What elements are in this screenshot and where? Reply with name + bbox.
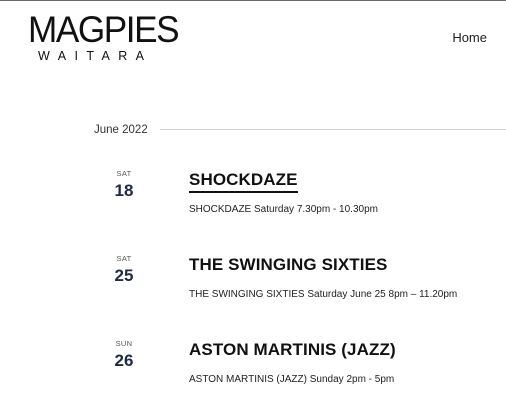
event-weekday: SAT	[116, 254, 132, 263]
event-weekday: SAT	[116, 169, 132, 178]
event-title-link[interactable]: ASTON MARTINIS (JAZZ)	[189, 340, 396, 360]
event-weekday: SUN	[115, 339, 133, 348]
month-label: June 2022	[94, 124, 148, 136]
month-header: June 2022	[94, 122, 506, 138]
event-description: ASTON MARTINIS (JAZZ) Sunday 2pm - 5pm	[189, 374, 395, 385]
event-title-link[interactable]: SHOCKDAZE	[189, 170, 298, 193]
site-logo[interactable]: MAGPIES WAITARA	[28, 9, 180, 64]
event-item: SAT 25 THE SWINGING SIXTIES THE SWINGING…	[0, 255, 506, 315]
event-title-link[interactable]: THE SWINGING SIXTIES	[189, 255, 387, 275]
event-date: SUN 26	[104, 340, 144, 371]
event-date: SAT 25	[104, 255, 144, 286]
top-border	[0, 0, 506, 1]
event-day-number: 25	[114, 266, 134, 285]
event-day-number: 18	[114, 181, 134, 200]
event-item: SAT 18 SHOCKDAZE SHOCKDAZE Saturday 7.30…	[0, 170, 506, 230]
event-item: SUN 26 ASTON MARTINIS (JAZZ) ASTON MARTI…	[0, 340, 506, 400]
event-description: THE SWINGING SIXTIES Saturday June 25 8p…	[189, 289, 458, 300]
event-description: SHOCKDAZE Saturday 7.30pm - 10.30pm	[189, 204, 378, 215]
logo-subtitle: WAITARA	[38, 49, 153, 63]
logo-wordmark: MAGPIES	[28, 9, 180, 50]
month-divider	[160, 129, 506, 130]
event-day-number: 26	[114, 351, 134, 370]
event-date: SAT 18	[104, 170, 144, 201]
nav-home-link[interactable]: Home	[452, 30, 487, 45]
